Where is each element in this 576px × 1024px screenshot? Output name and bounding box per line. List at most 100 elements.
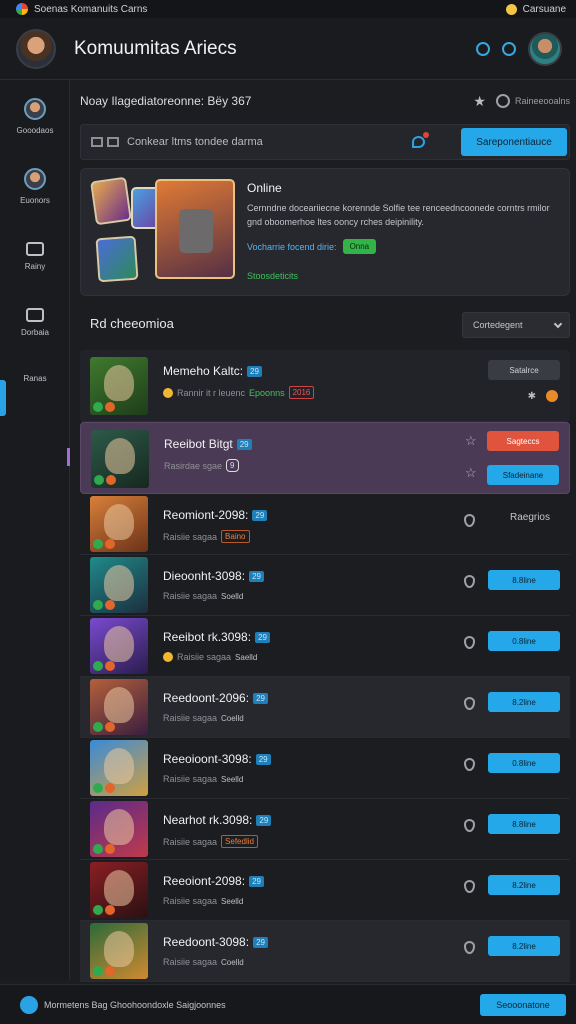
notification-icon[interactable] <box>502 41 516 56</box>
pin-icon[interactable]: ✱ <box>528 391 536 402</box>
sidebar-item-1[interactable]: Euonors <box>0 168 70 205</box>
item-action-button[interactable]: 8.2line <box>488 875 560 895</box>
list-item[interactable]: Reeoiont-2098: 29 Raisiie sagaa Seelld 8.2… <box>80 860 570 921</box>
item-subtitle: Raisiie sagaa <box>163 774 218 784</box>
search-input[interactable]: Conkear ltms tondee darma <box>127 136 412 148</box>
breadcrumb-text: Noay Ilagediatoreonne: Bëy 367 <box>80 94 252 108</box>
shield-icon[interactable] <box>464 514 475 527</box>
item-subtitle: Raisiie sagaa <box>163 531 218 542</box>
emoji-icon <box>163 652 173 662</box>
star-icon[interactable]: ☆ <box>465 433 477 449</box>
shield-icon[interactable] <box>464 575 475 588</box>
page-title: Komuumitas Ariecs <box>74 37 237 59</box>
online-footer-link[interactable]: Stoosdeticits <box>247 271 298 281</box>
list-item[interactable]: Reeoioont-3098: 29 Raisiie sagaa Seelld 0.… <box>80 738 570 799</box>
item-action-button[interactable]: Satalrce <box>488 360 560 380</box>
info-icon <box>20 995 38 1014</box>
item-name: Reeoioont-3098: <box>163 752 252 766</box>
sidebar-item-4[interactable]: Ranas <box>0 374 70 383</box>
star-icon[interactable]: ★ <box>473 93 486 110</box>
breadcrumb-meta: Raineeooalns <box>514 96 570 106</box>
item-thumbnail <box>90 496 148 552</box>
shield-icon[interactable] <box>464 636 475 649</box>
card-image <box>90 176 132 226</box>
sort-dropdown[interactable]: Cortedegent <box>462 312 570 338</box>
item-status: Raegrios <box>509 512 550 523</box>
search-button[interactable]: Sareponentiauce <box>461 128 567 156</box>
item-subtitle: Raisiie sagaa <box>163 896 218 906</box>
item-subtitle: Raisiie sagaa <box>163 591 218 601</box>
refresh-icon[interactable] <box>476 41 490 56</box>
item-thumbnail <box>90 740 148 796</box>
sidebar-item-0[interactable]: Gooodaos <box>0 98 70 135</box>
item-action-button[interactable]: 8.2line <box>488 936 560 956</box>
list-item[interactable]: Reeibot rk.3098: 29 Raisiie sagaa Saelld 0… <box>80 616 570 677</box>
app-header: Komuumitas Ariecs <box>0 18 576 80</box>
footer-text: Mormetens Bag Ghoohoondoxle Saigjoonnes <box>44 999 226 1010</box>
star-icon[interactable]: ☆ <box>465 465 477 481</box>
shield-icon[interactable] <box>464 941 475 954</box>
game-list: Memeho Kaltc: 29 Rannir it r leuenc Epoonn… <box>80 350 570 982</box>
item-action-button[interactable]: 8.2line <box>488 692 560 712</box>
item-tag: 2016 <box>288 386 315 399</box>
item-thumbnail <box>90 679 148 735</box>
sidebar-item-2[interactable]: Rainy <box>0 242 70 271</box>
cards-illustration <box>90 176 235 287</box>
item-action-button[interactable]: 8.8line <box>488 814 560 834</box>
item-subtitle: Rasirdae sgae <box>164 460 223 471</box>
item-thumbnail <box>90 557 148 613</box>
item-action-button[interactable]: 8.8line <box>488 570 560 590</box>
breadcrumb: Noay Ilagediatoreonne: Bëy 367 ★ Raineeo… <box>80 90 570 112</box>
app-name: Soenas Komanuits Carns <box>34 3 148 15</box>
item-tag: Seelld <box>221 896 244 906</box>
status-right-label: Carsuane <box>522 3 566 15</box>
list-item[interactable]: Memeho Kaltc: 29 Rannir it r leuenc Epoonn… <box>80 350 570 422</box>
profile-avatar[interactable] <box>528 31 562 66</box>
sidebar: Gooodaos Euonors Rainy Dorbaia Ranas <box>0 80 70 980</box>
clock-icon[interactable] <box>495 94 510 108</box>
chat-icon[interactable] <box>412 132 429 148</box>
level-badge: 29 <box>256 814 272 826</box>
list-item[interactable]: Dieoonht-3098: 29 Raisiie sagaa Soelld 8.8… <box>80 555 570 616</box>
item-action-button[interactable]: Sagteccs <box>487 431 559 451</box>
user-avatar[interactable] <box>16 28 56 69</box>
shield-icon[interactable] <box>464 819 475 832</box>
list-item[interactable]: Reeibot Bitgt 29 Rasirdae sgae 9 ☆ ☆ Sagte… <box>80 422 570 494</box>
search-bar[interactable]: Conkear ltms tondee darma Sareponentiauc… <box>80 124 570 160</box>
user-avatar-icon <box>24 98 46 120</box>
level-badge: 29 <box>253 936 268 948</box>
list-item[interactable]: Reedoont-3098: 29 Raisiie sagaa Coelld 8.2… <box>80 921 570 982</box>
sidebar-scroll-indicator <box>67 448 70 466</box>
box-icon <box>26 242 44 256</box>
level-badge: 29 <box>249 875 264 887</box>
item-name: Memeho Kaltc: <box>163 364 244 378</box>
chevron-down-icon <box>553 319 563 328</box>
item-subtitle: Raisiie sagaa <box>163 713 218 723</box>
item-action-button[interactable]: 0.8line <box>488 753 560 773</box>
online-card: Online Cernndne doceariiecne korennde So… <box>80 168 570 296</box>
item-name: Dieoonht-3098: <box>163 569 246 583</box>
list-item[interactable]: Reomiont-2098: 29 Raisiie sagaa Baino Raeg… <box>80 494 570 555</box>
online-link[interactable]: Vocharrie focend dirie: <box>247 242 337 252</box>
sidebar-item-3[interactable]: Dorbaia <box>0 308 70 337</box>
item-subtitle: Raisiie sagaa <box>163 836 218 847</box>
item-subtitle: Raisiie sagaa <box>177 652 232 662</box>
smiley-icon <box>505 3 517 15</box>
footer-button[interactable]: Seooonatone <box>480 993 566 1016</box>
user-avatar-icon <box>24 168 46 190</box>
item-thumbnail <box>90 801 148 857</box>
item-secondary-button[interactable]: Sfadeinane <box>487 465 559 485</box>
online-badge[interactable]: Onna <box>342 239 377 254</box>
list-item[interactable]: Reedoont-2096: 29 Raisiie sagaa Coelld 8.2… <box>80 677 570 738</box>
item-tag: Seelld <box>221 774 244 784</box>
item-name: Nearhot rk.3098: <box>163 813 253 827</box>
level-badge: 29 <box>252 509 268 521</box>
shield-icon[interactable] <box>464 758 475 771</box>
level-badge: 29 <box>249 570 264 582</box>
shield-icon[interactable] <box>464 697 475 710</box>
shield-icon[interactable] <box>464 880 475 893</box>
list-item[interactable]: Nearhot rk.3098: 29 Raisiie sagaa Sefedlid… <box>80 799 570 860</box>
level-badge: 29 <box>255 631 270 643</box>
item-action-button[interactable]: 0.8line <box>488 631 560 651</box>
level-badge: 29 <box>253 692 268 704</box>
